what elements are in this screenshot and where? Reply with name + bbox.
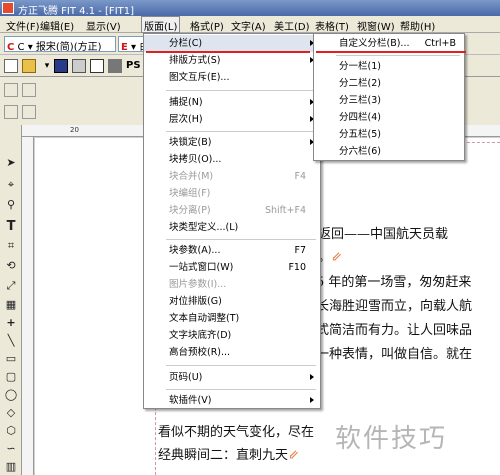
body-text-line: 5 年的第一场雪，匆匆赶来 (316, 275, 472, 290)
menu-view[interactable]: 显示(V) (84, 18, 123, 33)
paragraph-return-icon: ⇙ (288, 448, 299, 463)
submenu-arrow-icon (310, 397, 314, 403)
menu-window[interactable]: 视窗(W) (355, 18, 397, 33)
menu-separator (166, 389, 316, 390)
body-text-line: 式简洁而有力。让人回味品 (316, 323, 473, 338)
menu-table[interactable]: 表格(T) (313, 18, 351, 33)
menu-item-block-params[interactable]: 块参数(A)... F7 (144, 242, 320, 259)
menu-item-custom-columns[interactable]: 自定义分栏(B)... Ctrl+B (314, 35, 464, 52)
menu-item-group-block: 块编组(F) (169, 188, 211, 199)
menu-item-align-layout[interactable]: 对位排版(G) (144, 293, 320, 310)
body-text-line: 看似不期的天气变化，尽在 (158, 425, 315, 440)
tool-palette: ➤ ⌖ ⚲ T ⌗ ⟲ ⤢ ▦ + ╲ ▭ ▢ ◯ ◇ ⬡ ∽ ▥ (0, 125, 22, 475)
body-text-line: 经典瞬间二：直刺九天⇙ (158, 448, 299, 463)
menu-separator (336, 55, 460, 56)
table-tool-icon[interactable]: ▥ (3, 459, 19, 475)
menu-separator (166, 131, 316, 132)
annotation-underline (316, 51, 466, 53)
grid-tool-icon[interactable]: ▦ (3, 297, 19, 313)
rounded-rect-tool-icon[interactable]: ▢ (3, 369, 19, 385)
body-text-line: 长海胜迎雪而立，向载人航 (316, 299, 473, 314)
menu-item-four-columns[interactable]: 分四栏(4) (314, 109, 464, 126)
menu-item-preflight[interactable]: 高台预校(R)... (144, 344, 320, 361)
vertical-ruler (22, 137, 34, 475)
menu-bar: 文件(F) 编辑(E) 显示(V) 版面(L) 格式(P) 文字(A) 美工(D… (0, 16, 500, 33)
polygon-tool-icon[interactable]: ⬡ (3, 423, 19, 439)
ruler-mark: 20 (70, 126, 79, 134)
title-bar: 方正飞腾 FIT 4.1 - [FIT1] (0, 0, 500, 17)
menu-item-copy-block[interactable]: 块拷贝(O)... (144, 151, 320, 168)
menu-item-block-type[interactable]: 块类型定义...(L) (144, 219, 320, 236)
save-icon[interactable] (54, 59, 68, 73)
font-family-value: C ▾ 报宋(简)(方正) (17, 42, 102, 52)
watermark: 软件技巧 (335, 424, 448, 454)
annotation-underline (146, 51, 310, 53)
paragraph-return-icon: ⇙ (331, 250, 342, 265)
menu-item-split-block: 块分离(P) Shift+F4 (169, 205, 306, 216)
menu-item-lock-block[interactable]: 块锁定(B) (144, 134, 320, 151)
rectangle-tool-icon[interactable]: ▭ (3, 351, 19, 367)
font-tag-e: E (121, 42, 128, 52)
menu-separator (166, 239, 316, 240)
rotate-tool-icon[interactable]: ⟲ (3, 258, 19, 274)
select-tool-icon[interactable]: ⌖ (3, 177, 19, 193)
body-text-line: 。⇙ (318, 250, 342, 265)
menu-format[interactable]: 格式(P) (188, 18, 226, 33)
dropdown-arrow-icon[interactable]: ▾ (40, 59, 54, 73)
pointer-tool-icon[interactable]: ➤ (3, 155, 19, 171)
menu-text[interactable]: 文字(A) (229, 18, 268, 33)
menu-item-snap[interactable]: 捕捉(N) (144, 94, 320, 111)
menu-layout[interactable]: 版面(L) (141, 16, 181, 33)
print-icon[interactable] (72, 59, 86, 73)
menu-item-one-column[interactable]: 分一栏(1) (314, 58, 464, 75)
toolbar-icon[interactable] (22, 83, 36, 97)
open-folder-icon[interactable] (22, 59, 36, 73)
new-file-icon[interactable] (4, 59, 18, 73)
toolbar-icon[interactable] (4, 83, 18, 97)
plus-tool-icon[interactable]: + (3, 315, 19, 331)
bezier-tool-icon[interactable]: ∽ (3, 441, 19, 457)
menu-item-three-columns[interactable]: 分三栏(3) (314, 92, 464, 109)
menu-item-one-stop-window[interactable]: 一站式窗口(W) F10 (144, 259, 320, 276)
window-title: 方正飞腾 FIT 4.1 - [FIT1] (18, 6, 135, 17)
menu-separator (166, 90, 316, 91)
text-tool-icon[interactable]: T (3, 219, 19, 235)
line-tool-icon[interactable]: ╲ (3, 333, 19, 349)
menu-item-two-columns[interactable]: 分二栏(2) (314, 75, 464, 92)
zoom-tool-icon[interactable]: ⚲ (3, 197, 19, 213)
body-text-line: 一种表情，叫做自信。就在 (316, 347, 473, 362)
menu-item-image-params: 图片参数(I)... (169, 279, 227, 290)
menu-item-columns[interactable]: 分栏(C) (144, 35, 320, 52)
image-icon[interactable] (108, 59, 122, 73)
body-text-line: 返回——中国航天员载 (318, 227, 449, 242)
menu-art[interactable]: 美工(D) (272, 18, 312, 33)
menu-item-page-number[interactable]: 页码(U) (144, 369, 320, 386)
layout-menu: 分栏(C) 排版方式(S) 图文互斥(E)... 捕捉(N) 层次(H) 块锁定… (143, 33, 321, 409)
menu-separator (166, 365, 316, 366)
menu-item-six-columns[interactable]: 分六栏(6) (314, 143, 464, 160)
page-icon[interactable] (90, 59, 104, 73)
ellipse-tool-icon[interactable]: ◯ (3, 387, 19, 403)
app-icon (2, 2, 14, 14)
menu-item-merge-block: 块合并(M) F4 (169, 171, 306, 182)
menu-edit[interactable]: 编辑(E) (38, 18, 76, 33)
menu-item-auto-adjust[interactable]: 文本自动调整(T) (144, 310, 320, 327)
diamond-tool-icon[interactable]: ◇ (3, 405, 19, 421)
font-family-combo[interactable]: C C ▾ 报宋(简)(方正) (4, 36, 116, 52)
menu-help[interactable]: 帮助(H) (398, 18, 437, 33)
menu-file[interactable]: 文件(F) (4, 18, 42, 33)
toolbar-icon[interactable] (22, 105, 36, 119)
toolbar-icon[interactable] (4, 105, 18, 119)
submenu-arrow-icon (310, 374, 314, 380)
menu-item-five-columns[interactable]: 分五栏(5) (314, 126, 464, 143)
menu-item-text-wrap[interactable]: 图文互斥(E)... (144, 69, 320, 86)
menu-item-plugins[interactable]: 软插件(V) (144, 392, 320, 409)
menu-item-layout-mode[interactable]: 排版方式(S) (144, 52, 320, 69)
menu-item-layers[interactable]: 层次(H) (144, 111, 320, 128)
crop-tool-icon[interactable]: ⌗ (3, 238, 19, 254)
transform-tool-icon[interactable]: ⤢ (3, 278, 19, 294)
menu-item-bottom-align[interactable]: 文字块底齐(D) (144, 327, 320, 344)
font-tag-c: C (7, 42, 15, 52)
